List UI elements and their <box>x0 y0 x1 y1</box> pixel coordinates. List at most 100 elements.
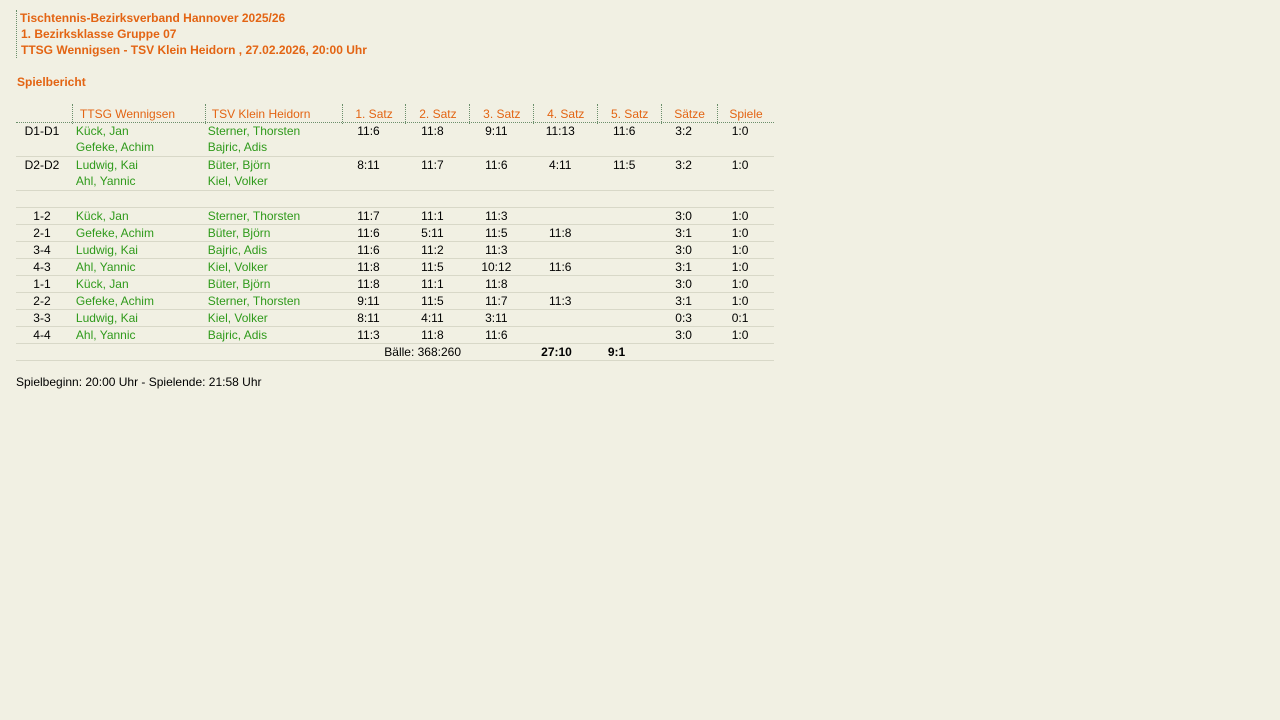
col-header-set1: 1. Satz <box>341 104 406 124</box>
sets-result: 3:2 <box>675 158 692 172</box>
games-result: 1:0 <box>731 226 749 240</box>
sets-result: 3:0 <box>675 277 692 291</box>
games-total: 9:1 <box>607 345 626 359</box>
spacer-row <box>16 191 774 208</box>
match-id: 1-1 <box>33 277 51 291</box>
table-row-doubles: D1-D1 Kück, Jan Gefeke, Achim Sterner, T… <box>16 123 774 157</box>
col-header-id <box>16 104 72 105</box>
away-player: Bajric, Adis <box>207 243 268 257</box>
set1-score: 11:3 <box>357 328 380 342</box>
table-row-doubles: D2-D2 Ludwig, Kai Ahl, Yannic Büter, Bjö… <box>16 157 774 191</box>
away-player: Bajric, Adis <box>207 328 268 342</box>
set2-score: 5:11 <box>421 226 444 240</box>
home-pair: Kück, Jan Gefeke, Achim <box>72 123 205 155</box>
col-header-set5: 5. Satz <box>597 104 661 124</box>
home-player: Gefeke, Achim <box>75 140 154 154</box>
match-id: 2-2 <box>33 294 51 308</box>
home-player: Ludwig, Kai <box>75 243 138 257</box>
table-row-singles: 1-2 Kück, Jan Sterner, Thorsten 11:7 11:1 11:… <box>16 208 774 225</box>
sets-result: 3:0 <box>675 209 692 223</box>
table-row-singles: 3-3 Ludwig, Kai Kiel, Volker 8:11 4:11 3:11 0:… <box>16 310 774 327</box>
away-pair: Büter, Björn Kiel, Volker <box>205 157 342 189</box>
away-player: Sterner, Thorsten <box>207 294 301 308</box>
set3-score: 11:6 <box>485 328 508 342</box>
set3-score: 11:6 <box>485 158 508 172</box>
away-player: Bajric, Adis <box>207 140 268 154</box>
col-header-set2: 2. Satz <box>405 104 469 124</box>
set2-score: 11:7 <box>421 158 444 172</box>
col-header-home: TTSG Wennigsen <box>71 104 205 124</box>
away-player: Büter, Björn <box>207 277 271 291</box>
games-result: 1:0 <box>731 209 749 223</box>
set4-score: 11:6 <box>549 260 572 274</box>
match-id: 3-3 <box>33 311 51 325</box>
home-player: Gefeke, Achim <box>75 226 154 240</box>
set4-score: 11:13 <box>545 124 575 138</box>
table-row-singles: 2-2 Gefeke, Achim Sterner, Thorsten 9:11 11:… <box>16 293 774 310</box>
league-title: 1. Bezirksklasse Gruppe 07 <box>21 27 177 41</box>
set1-score: 11:8 <box>357 277 380 291</box>
match-id: D2-D2 <box>24 158 60 172</box>
set2-score: 4:11 <box>421 311 444 325</box>
home-pair: Ludwig, Kai Ahl, Yannic <box>72 157 205 189</box>
home-player: Ahl, Yannic <box>75 174 136 188</box>
sets-total: 27:10 <box>541 345 572 359</box>
home-player: Ahl, Yannic <box>75 260 136 274</box>
match-id: 2-1 <box>33 226 51 240</box>
singles-rows: 1-2 Kück, Jan Sterner, Thorsten 11:7 11:1 11:… <box>16 208 774 344</box>
games-result: 1:0 <box>731 294 749 308</box>
away-player: Büter, Björn <box>207 158 271 172</box>
table-row-singles: 1-1 Kück, Jan Büter, Björn 11:8 11:1 11:8 3:0 1… <box>16 276 774 293</box>
set1-score: 11:8 <box>357 260 380 274</box>
away-player: Kiel, Volker <box>207 260 268 274</box>
set1-score: 11:7 <box>357 209 380 223</box>
games-result: 1:0 <box>731 260 749 274</box>
sets-result: 0:3 <box>675 311 692 325</box>
set3-score: 9:11 <box>485 124 508 138</box>
set3-score: 3:11 <box>485 311 508 325</box>
sets-result: 3:1 <box>675 260 692 274</box>
set2-score: 11:2 <box>421 243 444 257</box>
away-player: Sterner, Thorsten <box>207 209 301 223</box>
col-header-away: TSV Klein Heidorn <box>204 104 342 124</box>
games-result: 1:0 <box>731 158 749 172</box>
set1-score: 8:11 <box>357 311 380 325</box>
away-player: Kiel, Volker <box>207 174 268 188</box>
set3-score: 11:3 <box>485 209 508 223</box>
match-id: 4-4 <box>33 328 51 342</box>
match-title: TTSG Wennigsen - TSV Klein Heidorn , 27.… <box>21 43 367 57</box>
games-result: 1:0 <box>731 243 749 257</box>
set3-score: 11:5 <box>485 226 508 240</box>
set3-score: 10:12 <box>481 260 512 274</box>
set1-score: 11:6 <box>357 124 380 138</box>
col-header-games: Spiele <box>717 104 774 124</box>
table-row-singles: 3-4 Ludwig, Kai Bajric, Adis 11:6 11:2 11:3 3:… <box>16 242 774 259</box>
match-id: 4-3 <box>33 260 51 274</box>
away-player: Büter, Björn <box>207 226 271 240</box>
set5-score: 11:5 <box>612 158 636 172</box>
col-header-set3: 3. Satz <box>469 104 533 124</box>
match-times: Spielbeginn: 20:00 Uhr - Spielende: 21:5… <box>16 375 262 389</box>
balls-total: Bälle: 368:260 <box>384 345 461 359</box>
away-player: Kiel, Volker <box>207 311 268 325</box>
home-player: Kück, Jan <box>75 209 129 223</box>
sets-result: 3:0 <box>675 243 692 257</box>
table-row-singles: 4-3 Ahl, Yannic Kiel, Volker 11:8 11:5 10:12 1… <box>16 259 774 276</box>
set2-score: 11:1 <box>421 277 444 291</box>
set2-score: 11:8 <box>421 328 444 342</box>
set4-score: 4:11 <box>549 158 572 172</box>
away-player: Sterner, Thorsten <box>207 124 301 138</box>
set4-score: 11:3 <box>549 294 572 308</box>
table-header: TTSG Wennigsen TSV Klein Heidorn 1. Satz… <box>16 104 774 124</box>
set2-score: 11:8 <box>421 124 444 138</box>
set2-score: 11:5 <box>421 260 444 274</box>
set4-score: 11:8 <box>549 226 572 240</box>
match-id: 3-4 <box>33 243 51 257</box>
set3-score: 11:3 <box>485 243 508 257</box>
set3-score: 11:8 <box>485 277 508 291</box>
sets-result: 3:2 <box>675 124 692 138</box>
table-row-singles: 4-4 Ahl, Yannic Bajric, Adis 11:3 11:8 11:6 3:… <box>16 327 774 344</box>
sets-result: 3:1 <box>675 294 692 308</box>
report-title: Spielbericht <box>17 75 86 89</box>
sets-result: 3:0 <box>675 328 692 342</box>
